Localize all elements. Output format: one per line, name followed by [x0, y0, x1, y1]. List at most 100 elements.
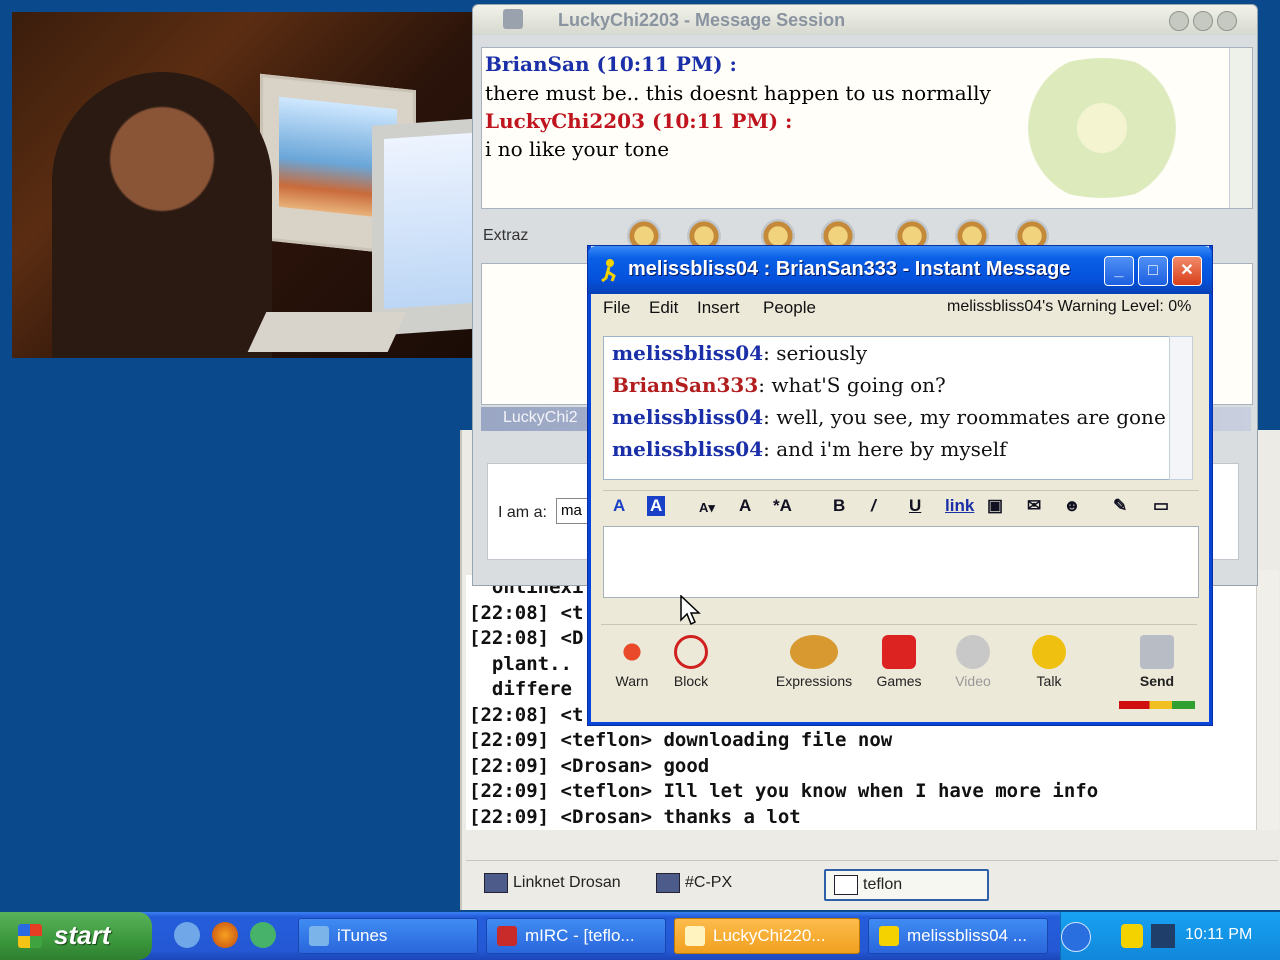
send-button[interactable]: Send — [1121, 635, 1193, 689]
insert-image-icon[interactable]: ▣ — [987, 496, 1003, 516]
task-melissbliss[interactable]: melissbliss04 ... — [868, 918, 1048, 954]
webcam-photo — [12, 12, 474, 358]
close-button[interactable] — [1217, 11, 1237, 31]
log-line: [22:09] <teflon> downloading file now — [469, 729, 893, 751]
iam-label: I am a: — [498, 504, 547, 521]
mirc-scrollbar[interactable] — [1256, 570, 1279, 830]
bold-icon[interactable]: B — [833, 496, 845, 516]
log-line: [22:09] <teflon> Ill let you know when I… — [469, 780, 1099, 802]
tools-icon[interactable]: ✎ — [1113, 496, 1127, 516]
messenger-icon — [685, 926, 705, 946]
aim-titlebar[interactable]: melissbliss04 : BrianSan333 - Instant Me… — [588, 246, 1212, 294]
im-text: : and i'm here by myself — [763, 437, 1007, 461]
messenger-icon — [503, 9, 523, 29]
flower-background — [1002, 58, 1202, 198]
talk-icon — [1032, 635, 1066, 669]
aim-conversation: melissbliss04: seriously BrianSan333: wh… — [603, 336, 1181, 480]
switch-linknet[interactable]: Linknet Drosan — [484, 869, 621, 897]
warn-icon — [615, 635, 649, 669]
network-tray-icon[interactable] — [1151, 924, 1175, 948]
clock: 10:11 PM — [1185, 926, 1253, 943]
im-action-bar: Warn Block Expressions Games Video Talk … — [601, 624, 1197, 717]
window-title: LuckyChi2203 - Message Session — [558, 10, 846, 30]
message-session-titlebar[interactable]: LuckyChi2203 - Message Session — [473, 5, 1257, 35]
im-text: : seriously — [763, 341, 868, 365]
block-button[interactable]: Block — [663, 635, 719, 689]
switch-channel[interactable]: #C-PX — [656, 869, 732, 897]
warn-button[interactable]: Warn — [607, 635, 657, 689]
message-history: BrianSan (10:11 PM) : there must be.. th… — [481, 47, 1253, 209]
larger-font-icon[interactable]: *A — [773, 496, 792, 516]
menu-insert[interactable]: Insert — [697, 298, 740, 318]
aim-icon — [879, 926, 899, 946]
insert-link-button[interactable]: link — [945, 496, 974, 516]
aim-im-window: melissbliss04 : BrianSan333 - Instant Me… — [588, 246, 1212, 725]
show-desktop-icon[interactable] — [174, 922, 200, 948]
window-title: melissbliss04 : BrianSan333 - Instant Me… — [628, 258, 1071, 280]
channel-icon — [656, 873, 680, 893]
im-compose-input[interactable] — [603, 526, 1199, 598]
im-line: melissbliss04: and i'm here by myself — [612, 437, 1007, 461]
screen-name: melissbliss04 — [612, 341, 764, 365]
query-icon — [834, 875, 858, 895]
expressions-button[interactable]: Expressions — [769, 635, 859, 689]
text-color-icon[interactable]: A — [613, 496, 625, 516]
aim-menubar: File Edit Insert People melissbliss04's … — [591, 294, 1203, 322]
video-button[interactable]: Video — [945, 635, 1001, 689]
aim-tray-icon[interactable] — [1121, 924, 1143, 948]
block-icon — [674, 635, 708, 669]
send-level-meter — [1119, 701, 1195, 709]
system-tray: 10:11 PM — [1060, 912, 1280, 960]
mirc-icon — [497, 926, 517, 946]
aim-running-man-icon — [601, 259, 616, 282]
im-line: BrianSan333: what'S going on? — [612, 373, 946, 397]
minimize-button[interactable] — [1169, 11, 1189, 31]
maximize-button[interactable]: □ — [1138, 256, 1168, 286]
quicklaunch-icon[interactable] — [250, 922, 276, 948]
message-text: i no like your tone — [485, 137, 670, 161]
background-color-icon[interactable]: A — [647, 496, 666, 516]
start-button[interactable]: start — [0, 912, 152, 960]
log-line: [22:09] <Drosan> thanks a lot — [469, 805, 801, 828]
send-icon — [1140, 635, 1174, 669]
server-icon — [484, 873, 508, 893]
conversation-scrollbar[interactable] — [1169, 336, 1193, 480]
italic-icon[interactable]: / — [871, 496, 876, 516]
menu-edit[interactable]: Edit — [649, 298, 678, 318]
smiley-icon[interactable]: ☻ — [1063, 496, 1081, 516]
task-luckychi[interactable]: LuckyChi220... — [674, 918, 860, 954]
message-scrollbar[interactable] — [1229, 48, 1252, 208]
smaller-font-icon[interactable]: A▾ — [699, 500, 715, 516]
switch-label: Linknet Drosan — [513, 874, 621, 891]
extras-label[interactable]: Extraz — [483, 227, 528, 245]
task-itunes[interactable]: iTunes — [298, 918, 478, 954]
im-line: melissbliss04: well, you see, my roommat… — [612, 405, 1166, 429]
menu-file[interactable]: File — [603, 298, 630, 318]
normal-font-icon[interactable]: A — [739, 496, 751, 516]
switch-teflon[interactable]: teflon — [824, 869, 989, 901]
layout-icon[interactable]: ▭ — [1153, 496, 1169, 516]
minimize-button[interactable]: _ — [1104, 256, 1134, 286]
insert-mail-icon[interactable]: ✉ — [1027, 496, 1041, 516]
tray-expand-icon[interactable] — [1061, 922, 1091, 952]
menu-people[interactable]: People — [763, 298, 816, 318]
switch-label: teflon — [863, 876, 903, 893]
games-button[interactable]: Games — [869, 635, 929, 689]
firefox-icon[interactable] — [212, 922, 238, 948]
start-label: start — [54, 920, 111, 950]
windows-logo-icon — [18, 924, 42, 948]
maximize-button[interactable] — [1193, 11, 1213, 31]
dice-icon — [882, 635, 916, 669]
screen-name: BrianSan333 — [612, 373, 759, 397]
mouse-cursor-icon — [680, 595, 701, 626]
task-mirc[interactable]: mIRC - [teflo... — [486, 918, 666, 954]
keyboard — [247, 312, 407, 352]
talk-button[interactable]: Talk — [1023, 635, 1075, 689]
second-monitor — [372, 118, 474, 336]
format-toolbar: A A A▾ A *A B / U link ▣ ✉ ☻ ✎ ▭ — [603, 490, 1199, 521]
taskbar: start iTunes mIRC - [teflo... LuckyChi22… — [0, 912, 1280, 960]
screen-name: melissbliss04 — [612, 405, 764, 429]
underline-icon[interactable]: U — [909, 496, 921, 516]
person-silhouette — [52, 72, 272, 358]
close-button[interactable]: ✕ — [1172, 256, 1202, 286]
